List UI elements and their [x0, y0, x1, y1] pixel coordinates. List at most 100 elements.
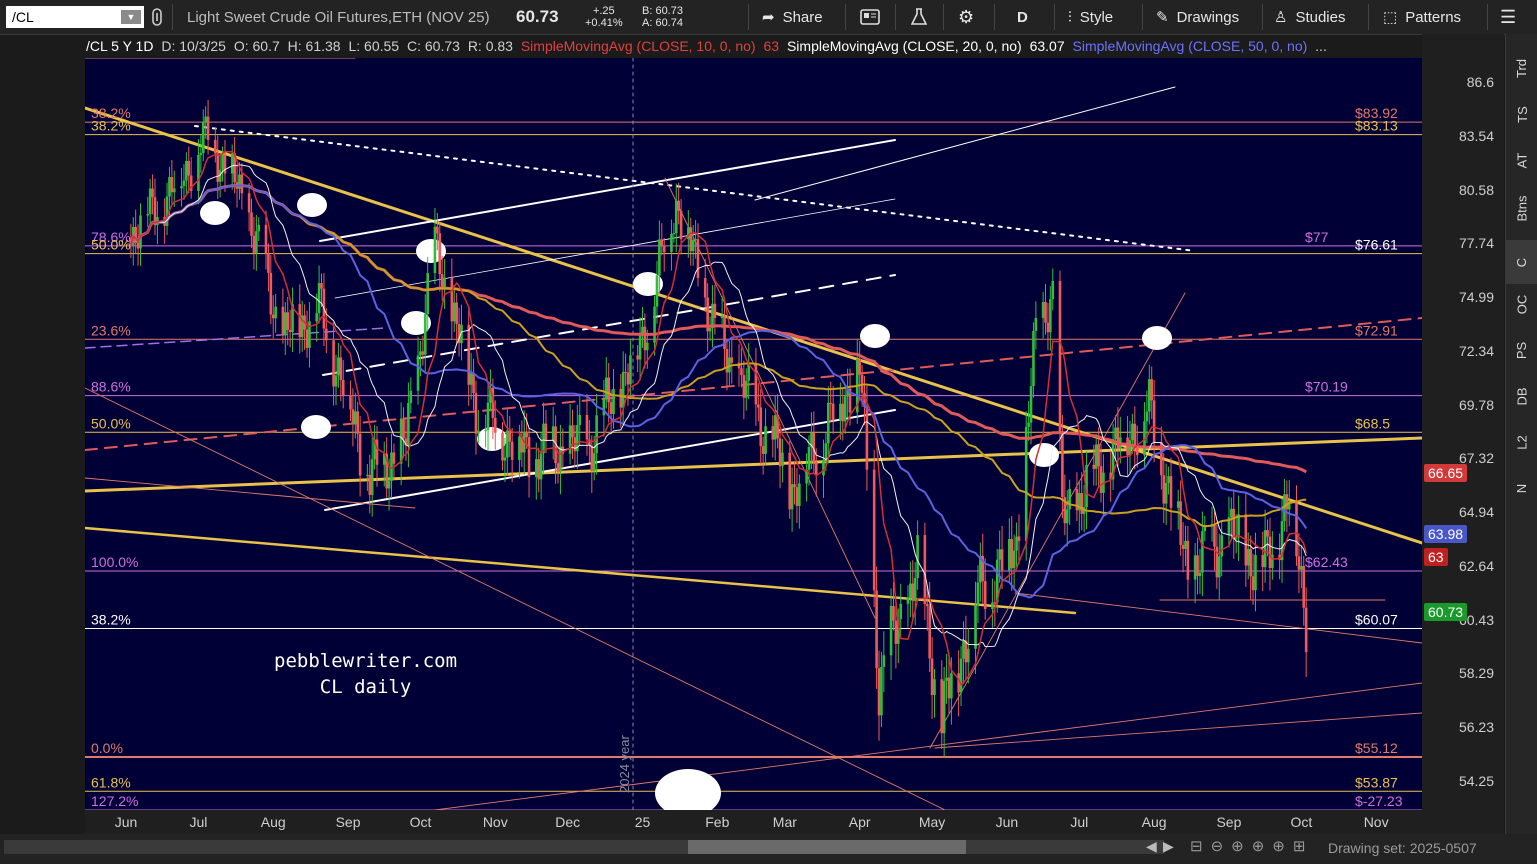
time-axis[interactable]: Jun Jul Aug Sep Oct Nov Dec 25 Feb Mar Apr May Jun Ju…	[85, 810, 1422, 834]
scroll-right-icon[interactable]: ▶	[1163, 838, 1174, 855]
candle-body	[983, 581, 987, 610]
fib-label: $60.07	[1355, 612, 1398, 628]
side-tab-btns[interactable]: Btns	[1506, 186, 1537, 230]
legend-more[interactable]: ...	[1315, 38, 1327, 54]
time-tick: Nov	[482, 814, 508, 830]
candle-body	[798, 483, 801, 506]
drawings-button[interactable]: ✎ Drawings	[1156, 0, 1239, 34]
side-tab-db[interactable]: DB	[1506, 374, 1537, 418]
side-tab-ps[interactable]: PS	[1506, 328, 1537, 372]
candle-body	[1092, 464, 1096, 469]
time-tick: Nov	[1363, 814, 1389, 830]
candle-body	[139, 215, 142, 249]
zoom-controls[interactable]: ⊟⊖⊕⊕⊕⊞	[1190, 837, 1313, 855]
candle-body	[998, 549, 1001, 560]
candle-body	[1080, 493, 1084, 514]
studies-button[interactable]: ♙ Studies	[1274, 0, 1346, 34]
fib-label: $77	[1305, 229, 1329, 245]
share-button[interactable]: ➦ Share	[762, 0, 823, 34]
candle-body	[349, 395, 352, 410]
fib-label: 127.2%	[91, 793, 138, 809]
candle-body	[899, 603, 903, 620]
candle-body	[472, 373, 475, 394]
side-tab-at[interactable]: AT	[1506, 138, 1537, 182]
symbol-input[interactable]: /CL ▼	[6, 6, 144, 28]
candle-body	[824, 443, 828, 460]
pencil-icon: ✎	[1156, 9, 1169, 26]
gear-icon[interactable]: ⚙	[958, 0, 974, 34]
candle-body	[1193, 555, 1197, 580]
time-tick: Dec	[555, 814, 581, 830]
candle-body	[655, 275, 659, 307]
side-tab-oc[interactable]: OC	[1506, 282, 1537, 326]
candle-body	[1230, 508, 1233, 518]
candle-body	[452, 302, 456, 322]
candle-body	[1186, 540, 1190, 580]
symbol-dropdown-icon[interactable]: ▼	[121, 10, 141, 24]
price-tick: 86.6	[1466, 73, 1494, 90]
candle-body	[419, 351, 422, 356]
candle-body	[474, 393, 478, 434]
candle-body	[607, 377, 610, 403]
candle-body	[477, 430, 480, 434]
candle-body	[916, 535, 919, 578]
candle-body	[332, 340, 335, 387]
candle-body	[1268, 536, 1272, 568]
candle-body	[928, 606, 931, 659]
news-icon[interactable]	[860, 0, 880, 34]
candle-body	[506, 430, 509, 458]
horizontal-scrollbar[interactable]	[4, 840, 1164, 854]
scrollbar-thumb[interactable]	[688, 840, 966, 854]
candle-body	[206, 116, 210, 140]
candle-body	[962, 640, 965, 659]
candle-body	[757, 404, 760, 408]
legend-sma20[interactable]: SimpleMovingAvg (CLOSE, 20, 0, no)	[787, 38, 1022, 54]
chart-plot-area[interactable]: 38.2% 38.2% 78.6% 50.0% 23.6% 88.6% 50.0% 100.0…	[85, 58, 1422, 810]
candle-body	[629, 355, 632, 385]
period-button[interactable]: D	[1017, 0, 1028, 34]
share-label: Share	[782, 8, 823, 26]
candle-body	[875, 590, 878, 669]
candle-body	[1097, 444, 1100, 467]
change-value: +.25	[592, 5, 615, 17]
candle-body	[1302, 565, 1306, 608]
patterns-button[interactable]: ⬚ Patterns	[1383, 0, 1461, 34]
link-icon[interactable]	[150, 0, 164, 34]
time-tick: Aug	[260, 814, 286, 830]
candle-body	[230, 153, 234, 174]
candle-body	[744, 380, 748, 398]
price-axis[interactable]: 86.6 83.54 80.58 77.74 74.99 72.34 69.78 67.32 6…	[1422, 34, 1504, 834]
marker-ellipse	[301, 415, 331, 439]
candle-body	[964, 640, 968, 663]
legend-sma10[interactable]: SimpleMovingAvg (CLOSE, 10, 0, no)	[521, 38, 756, 54]
legend-open: O: 60.7	[233, 38, 280, 54]
menu-icon[interactable]: ☰	[1500, 0, 1516, 34]
candle-body	[539, 453, 543, 480]
side-tab-l2[interactable]: L2	[1506, 420, 1537, 464]
legend-range: R: 0.83	[467, 38, 513, 54]
side-tab-ts[interactable]: TS	[1506, 92, 1537, 136]
side-tab-c[interactable]: C	[1506, 240, 1537, 284]
side-tab-n[interactable]: N	[1506, 466, 1537, 510]
candle-body	[284, 312, 287, 335]
style-button[interactable]: ⫶ Style	[1068, 0, 1113, 34]
candle-body	[933, 679, 936, 695]
candle-body	[170, 177, 174, 193]
candle-body	[1198, 572, 1202, 577]
candle-body	[843, 396, 847, 422]
legend-sma50[interactable]: SimpleMovingAvg (CLOSE, 50, 0, no)	[1073, 38, 1308, 54]
candle-body	[720, 315, 724, 318]
candle-body	[795, 487, 799, 506]
flask-icon[interactable]	[911, 0, 927, 34]
fib-label: $-27.23	[1355, 793, 1403, 809]
candle-body	[790, 484, 794, 510]
scroll-left-icon[interactable]: ◀	[1146, 838, 1157, 855]
candle-body	[1034, 318, 1038, 331]
candle-body	[247, 193, 251, 213]
candle-body	[672, 233, 676, 235]
candle-body	[1027, 422, 1030, 427]
price-tick: 69.78	[1458, 396, 1494, 413]
candle-body	[880, 666, 883, 716]
price-tick: 64.94	[1458, 504, 1494, 521]
side-tab-trd[interactable]: Trd	[1506, 46, 1537, 90]
